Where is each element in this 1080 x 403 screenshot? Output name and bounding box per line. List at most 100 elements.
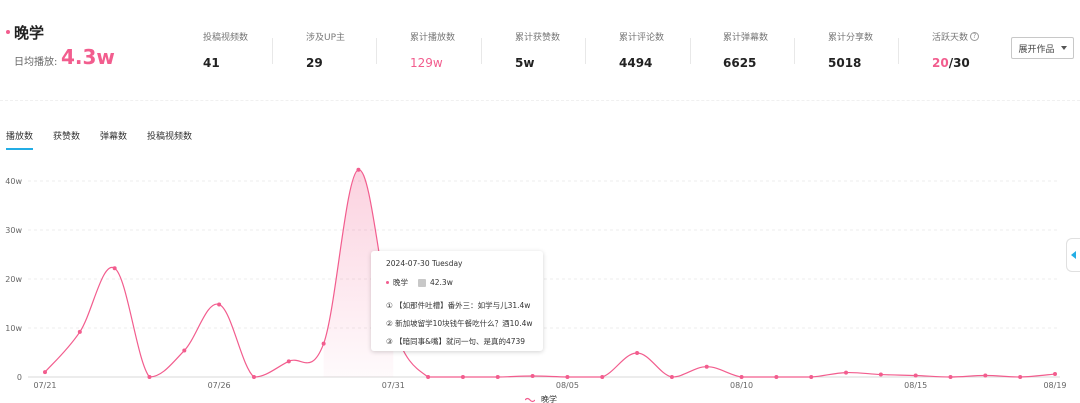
- series-points: [43, 167, 1057, 379]
- x-tick-label: 07/26: [208, 381, 231, 390]
- tooltip-item: ① 【如那件吐槽】番外三：如学与儿31.4w: [386, 301, 531, 310]
- y-tick-label: 10w: [5, 324, 22, 333]
- tooltip-date: 2024-07-30 Tuesday: [386, 259, 463, 268]
- data-point[interactable]: [147, 375, 152, 379]
- page-title: 晚学: [14, 24, 45, 42]
- grid-lines: [28, 180, 1060, 378]
- x-tick-label: 08/10: [730, 381, 753, 390]
- tab-likes[interactable]: 获赞数: [53, 129, 80, 150]
- data-point[interactable]: [739, 375, 744, 379]
- daily-play-value: 4.3w: [61, 45, 115, 69]
- overview-header: 晚学 日均播放: 4.3w 投稿视频数 41 涉及UP主 29 累计播放数 12…: [0, 0, 1080, 95]
- x-tick-label: 08/19: [1043, 381, 1066, 390]
- data-point[interactable]: [1018, 375, 1023, 379]
- y-axis-ticks: 0 10w 20w 30w 40w: [5, 177, 22, 382]
- stat-value: 29: [306, 56, 323, 70]
- x-axis-ticks: 07/21 07/26 07/31 08/05 08/10 08/15 08/19: [33, 381, 1066, 390]
- data-point[interactable]: [635, 350, 640, 355]
- data-point[interactable]: [1053, 372, 1057, 377]
- stat-shares: 累计分享数 5018: [828, 30, 873, 70]
- tooltip-item: ③ 【暗同事&嘴】就问一句、是真的4739: [386, 337, 526, 346]
- title-dot: [6, 30, 10, 34]
- stat-value: 129w: [410, 56, 443, 70]
- tooltip-series: 晚学 42.3w: [386, 277, 543, 288]
- active-days-count: 20: [932, 56, 949, 70]
- y-tick-label: 0: [17, 373, 22, 382]
- expand-works-button[interactable]: 展开作品: [1011, 37, 1074, 59]
- tooltip-series-name: 晚学: [393, 278, 408, 287]
- data-point[interactable]: [251, 375, 256, 379]
- data-point[interactable]: [530, 374, 535, 379]
- data-point[interactable]: [495, 375, 500, 379]
- stat-label: 累计评论数: [619, 33, 665, 43]
- stat-divider: [272, 38, 273, 64]
- expand-works-label: 展开作品: [1018, 44, 1055, 55]
- stat-label: 投稿视频数: [203, 33, 249, 43]
- data-point[interactable]: [844, 370, 849, 375]
- side-panel-toggle[interactable]: [1066, 238, 1080, 272]
- x-tick-label: 07/21: [33, 381, 56, 390]
- data-point[interactable]: [77, 329, 82, 334]
- data-point[interactable]: [43, 370, 47, 375]
- active-days-total: /30: [948, 56, 970, 70]
- data-point[interactable]: [600, 375, 605, 379]
- tab-danmaku[interactable]: 弹幕数: [100, 129, 127, 150]
- stat-divider: [690, 38, 691, 64]
- stat-videos: 投稿视频数 41: [203, 30, 248, 70]
- data-point[interactable]: [809, 375, 814, 379]
- stat-divider: [481, 38, 482, 64]
- legend-label: 晚学: [541, 395, 557, 403]
- data-point[interactable]: [774, 375, 779, 379]
- stat-label: 活跃天数: [932, 33, 969, 43]
- stat-danmaku: 累计弹幕数 6625: [723, 30, 768, 70]
- data-point[interactable]: [426, 375, 431, 379]
- stat-label: 累计弹幕数: [723, 33, 769, 43]
- data-point[interactable]: [182, 348, 187, 353]
- chart-tooltip: 2024-07-30 Tuesday 晚学 42.3w ① 【如那件吐槽】番外三…: [371, 251, 543, 351]
- stat-divider: [585, 38, 586, 64]
- stat-likes: 累计获赞数 5w: [515, 30, 560, 70]
- x-tick-label: 08/05: [556, 381, 579, 390]
- stat-divider: [794, 38, 795, 64]
- data-point[interactable]: [460, 375, 465, 379]
- data-point[interactable]: [704, 364, 709, 369]
- y-tick-label: 40w: [5, 177, 22, 186]
- data-point[interactable]: [983, 373, 988, 378]
- data-point[interactable]: [878, 372, 883, 377]
- stat-label: 涉及UP主: [306, 33, 346, 43]
- y-tick-label: 30w: [5, 226, 22, 235]
- data-point[interactable]: [669, 375, 674, 379]
- data-point[interactable]: [217, 302, 222, 307]
- metric-tabs: 播放数 获赞数 弹幕数 投稿视频数: [6, 129, 212, 150]
- tab-video-count[interactable]: 投稿视频数: [147, 129, 192, 150]
- stat-divider: [898, 38, 899, 64]
- help-icon[interactable]: ?: [970, 32, 980, 41]
- data-point[interactable]: [913, 373, 918, 378]
- data-point[interactable]: [321, 341, 326, 346]
- tooltip-item: ② 新加坡留学10块钱午餐吃什么？酒10.4w: [386, 319, 533, 328]
- tooltip-series-value: 42.3w: [430, 278, 453, 287]
- data-point[interactable]: [565, 375, 570, 379]
- chart-legend[interactable]: 晚学: [525, 394, 557, 403]
- section-divider: [0, 100, 1080, 101]
- stat-label: 累计分享数: [828, 33, 874, 43]
- play-icon: [418, 278, 426, 287]
- stat-value: 5018: [828, 56, 862, 70]
- x-tick-label: 07/31: [382, 381, 405, 390]
- series-dot: [386, 281, 389, 284]
- data-point[interactable]: [112, 266, 117, 271]
- stat-value: 20/30: [932, 56, 979, 70]
- stat-value: 4494: [619, 56, 653, 70]
- x-tick-label: 08/15: [904, 381, 927, 390]
- stat-label: 累计获赞数: [515, 33, 561, 43]
- data-point[interactable]: [356, 167, 361, 172]
- series-line: [44, 169, 1056, 378]
- legend-line-icon: [525, 397, 535, 402]
- tab-plays[interactable]: 播放数: [6, 129, 34, 150]
- stat-plays: 累计播放数 129w: [410, 30, 455, 70]
- stat-value: 5w: [515, 56, 535, 70]
- data-point[interactable]: [286, 359, 291, 364]
- data-point[interactable]: [948, 375, 953, 379]
- stat-value: 41: [203, 56, 220, 70]
- caret-down-icon: [1060, 46, 1067, 50]
